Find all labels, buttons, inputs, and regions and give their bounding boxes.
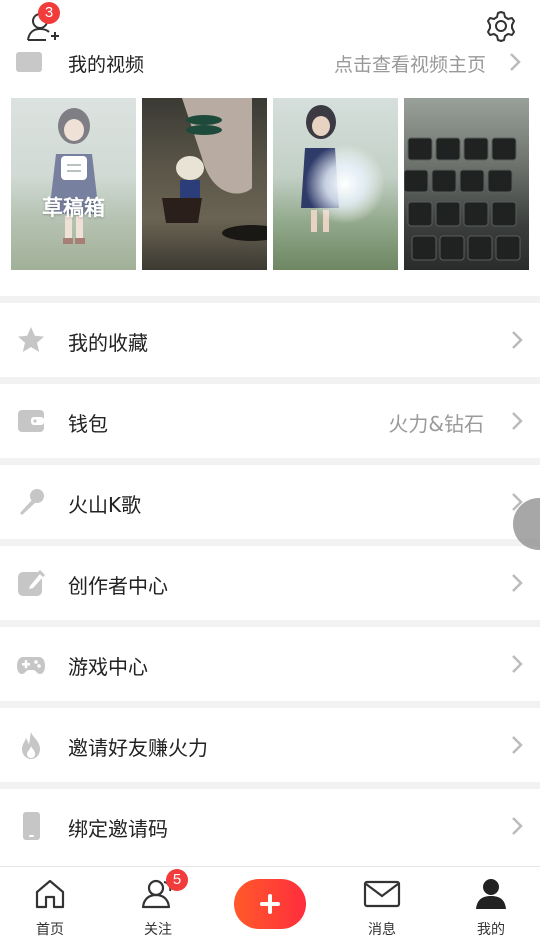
mail-icon	[363, 880, 401, 908]
nav-home-label: 首页	[36, 922, 64, 938]
menu-item-label: 绑定邀请码	[68, 817, 168, 841]
follow-badge: 5	[166, 869, 188, 891]
chevron-right-icon	[512, 331, 523, 349]
chevron-right-icon	[512, 412, 523, 430]
menu-item-creator-center[interactable]: 创作者中心	[0, 546, 540, 620]
phone-icon	[23, 812, 40, 840]
nav-messages[interactable]: 消息	[332, 867, 432, 939]
chevron-right-icon	[512, 736, 523, 754]
menu-item-label: 创作者中心	[68, 574, 168, 598]
menu-item-karaoke[interactable]: 火山K歌	[0, 465, 540, 539]
menu-item-wallet[interactable]: 钱包 火力&钻石	[0, 384, 540, 458]
star-icon	[18, 327, 44, 352]
gear-icon	[487, 11, 515, 42]
drafts-overlay	[11, 98, 136, 270]
video-thumbnail-3[interactable]	[273, 98, 398, 270]
nav-follow[interactable]: 5 关注	[108, 867, 208, 939]
section-divider	[0, 620, 540, 627]
menu-item-label: 游戏中心	[68, 655, 148, 679]
create-video-button[interactable]	[234, 879, 306, 929]
nav-me-label: 我的	[477, 922, 505, 938]
video-icon	[16, 52, 42, 72]
flame-icon	[22, 732, 40, 759]
home-icon	[35, 879, 65, 909]
menu-item-bind-invite-code[interactable]: 绑定邀请码	[0, 789, 540, 863]
top-bar: 3	[0, 0, 540, 52]
section-divider	[0, 377, 540, 384]
drafts-box-icon	[61, 156, 87, 180]
menu-item-label: 邀请好友赚火力	[68, 736, 208, 760]
video-thumbnails: 草稿箱	[11, 98, 531, 270]
drafts-label: 草稿箱	[42, 196, 105, 220]
chevron-right-icon	[512, 655, 523, 673]
video-thumbnail-2[interactable]	[142, 98, 267, 270]
bottom-navigation: 首页 5 关注 消息 我的	[0, 866, 540, 939]
add-friend-button[interactable]: 3	[24, 2, 64, 44]
section-divider	[0, 701, 540, 708]
microphone-icon	[20, 489, 44, 515]
section-divider	[0, 782, 540, 789]
menu-item-label: 钱包	[68, 412, 108, 436]
nav-home[interactable]: 首页	[0, 867, 100, 939]
my-videos-label: 我的视频	[68, 54, 145, 74]
settings-button[interactable]	[484, 9, 518, 43]
chevron-right-icon	[512, 817, 523, 835]
friend-request-badge: 3	[38, 2, 60, 24]
menu-item-favorites[interactable]: 我的收藏	[0, 303, 540, 377]
menu-item-value: 火力&钻石	[388, 412, 484, 436]
section-divider	[0, 296, 540, 303]
nav-messages-label: 消息	[368, 922, 396, 938]
chevron-right-icon	[512, 574, 523, 592]
video-thumbnail-4[interactable]	[404, 98, 529, 270]
gamepad-icon	[17, 657, 45, 674]
menu-item-label: 我的收藏	[68, 331, 148, 355]
my-videos-hint: 点击查看视频主页	[333, 54, 486, 74]
edit-icon	[18, 569, 46, 596]
nav-follow-label: 关注	[144, 922, 172, 938]
menu-item-label: 火山K歌	[68, 493, 142, 517]
nav-me[interactable]: 我的	[441, 867, 540, 939]
menu-item-game-center[interactable]: 游戏中心	[0, 627, 540, 701]
wallet-icon	[18, 410, 44, 432]
profile-icon	[476, 879, 506, 909]
section-divider	[0, 539, 540, 546]
drafts-thumbnail[interactable]: 草稿箱	[11, 98, 136, 270]
section-divider	[0, 458, 540, 465]
menu-item-invite-friends[interactable]: 邀请好友赚火力	[0, 708, 540, 782]
chevron-right-icon	[510, 53, 521, 71]
